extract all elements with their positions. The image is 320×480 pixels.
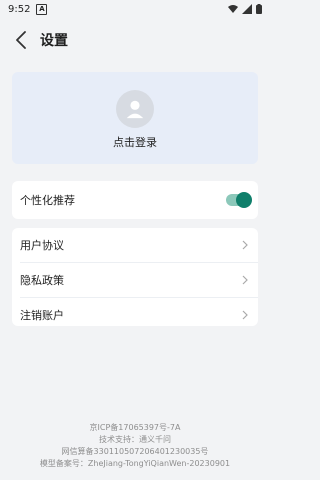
menu-item-label: 隐私政策	[20, 274, 64, 287]
chevron-right-icon	[242, 310, 248, 320]
menu-item-user-agreement[interactable]: 用户协议	[12, 228, 258, 262]
chevron-right-icon	[242, 240, 248, 250]
chevron-left-icon	[16, 31, 26, 49]
avatar	[116, 90, 154, 128]
wifi-icon	[228, 5, 238, 13]
recommend-row: 个性化推荐	[12, 181, 258, 219]
icp-record: 京ICP备17065397号-7A	[89, 423, 181, 432]
recommend-label: 个性化推荐	[20, 194, 75, 207]
status-right	[228, 4, 262, 14]
page-title: 设置	[40, 33, 68, 49]
tech-support: 技术支持：通义千问	[99, 435, 171, 444]
settings-list: 用户协议 隐私政策 注销账户	[12, 228, 258, 326]
notification-icon: A	[36, 3, 48, 15]
menu-item-privacy-policy[interactable]: 隐私政策	[12, 263, 258, 297]
battery-icon	[256, 4, 262, 14]
chevron-right-icon	[242, 275, 248, 285]
login-card[interactable]: 点击登录	[12, 72, 258, 164]
status-time: 9:52	[8, 3, 31, 15]
user-icon	[126, 100, 144, 119]
status-left: 9:52 A	[8, 3, 48, 15]
menu-item-label: 注销账户	[20, 309, 64, 322]
recommend-toggle[interactable]	[226, 192, 252, 208]
top-bar: 设置	[0, 18, 270, 62]
menu-item-delete-account[interactable]: 注销账户	[12, 298, 258, 332]
menu-item-label: 用户协议	[20, 239, 64, 252]
back-button[interactable]	[10, 29, 32, 51]
model-record: 模型备案号：ZheJiang-TongYiQianWen-20230901	[39, 459, 231, 468]
signal-icon	[242, 4, 252, 14]
status-bar: 9:52 A	[0, 0, 270, 18]
toggle-knob	[236, 192, 252, 208]
footer: 京ICP备17065397号-7A 技术支持：通义千问 网信算备33011050…	[0, 422, 270, 470]
recommend-card: 个性化推荐	[12, 181, 258, 219]
algorithm-record: 网信算备330110507206401230035号	[61, 447, 209, 456]
login-label: 点击登录	[113, 136, 157, 149]
